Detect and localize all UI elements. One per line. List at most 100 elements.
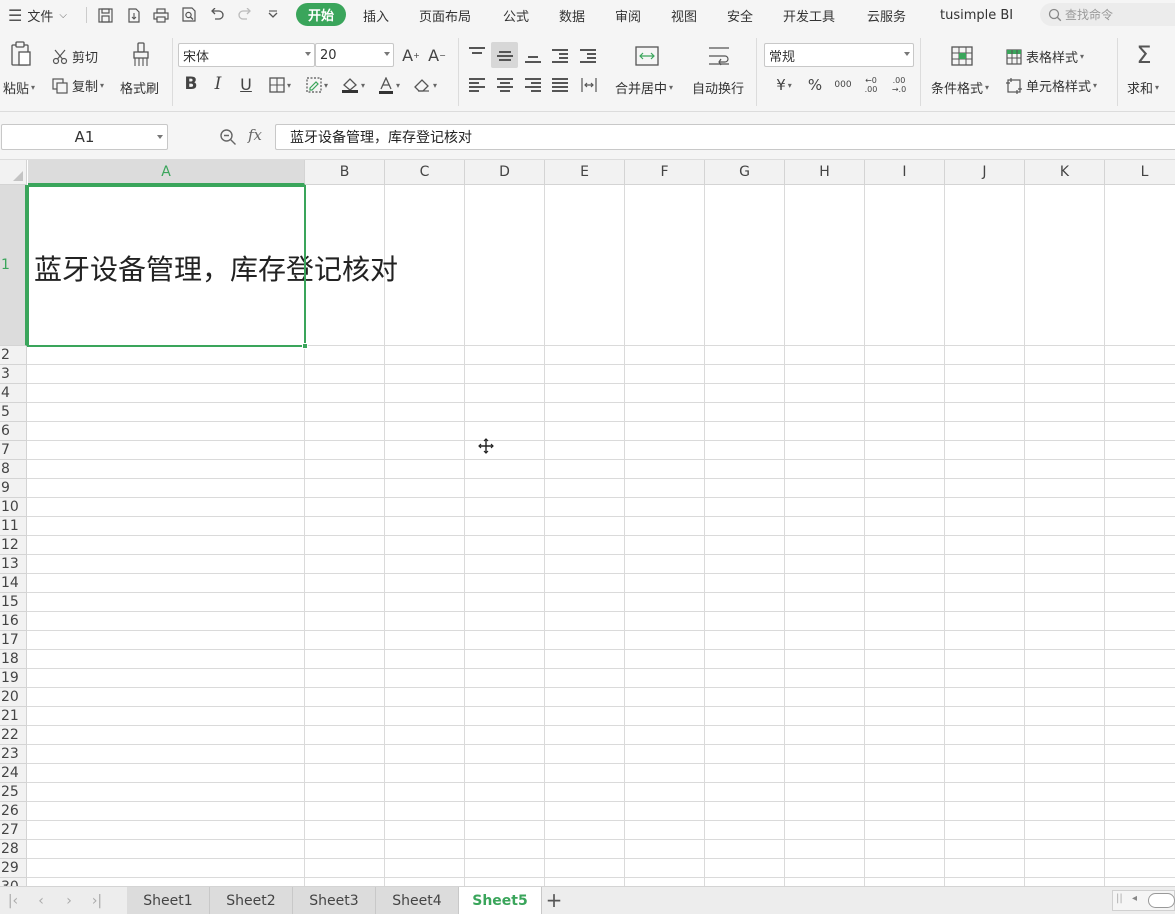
increase-indent-icon[interactable] bbox=[580, 49, 596, 63]
row-header-15[interactable]: 15 bbox=[0, 593, 27, 612]
tab-formulas[interactable]: 公式 bbox=[503, 0, 529, 30]
font-name-select[interactable]: 宋体 bbox=[178, 43, 315, 67]
format-painter-icon[interactable] bbox=[130, 42, 152, 68]
align-center-icon[interactable] bbox=[497, 78, 513, 92]
row-header-26[interactable]: 26 bbox=[0, 802, 27, 821]
formula-input[interactable]: 蓝牙设备管理，库存登记核对 bbox=[275, 124, 1175, 150]
add-sheet-icon[interactable]: + bbox=[543, 888, 565, 912]
row-header-3[interactable]: 3 bbox=[0, 365, 27, 384]
row-header-13[interactable]: 13 bbox=[0, 555, 27, 574]
align-left-icon[interactable] bbox=[469, 78, 485, 92]
scroll-left-icon[interactable]: ◂ bbox=[1132, 893, 1137, 904]
zoom-icon[interactable] bbox=[219, 128, 237, 146]
sum-icon[interactable]: Σ bbox=[1132, 41, 1156, 69]
row-header-11[interactable]: 11 bbox=[0, 517, 27, 536]
borders-icon[interactable]: ▾ bbox=[265, 75, 295, 95]
row-header-20[interactable]: 20 bbox=[0, 688, 27, 707]
last-sheet-icon[interactable]: ›| bbox=[86, 891, 108, 911]
column-header-g[interactable]: G bbox=[705, 160, 785, 185]
row-header-18[interactable]: 18 bbox=[0, 650, 27, 669]
sheet-tab-sheet1[interactable]: Sheet1 bbox=[127, 887, 210, 914]
row-header-30[interactable]: 30 bbox=[0, 878, 27, 886]
bold-icon[interactable]: B bbox=[182, 74, 200, 94]
print-preview-icon[interactable] bbox=[180, 6, 198, 24]
column-header-a[interactable]: A bbox=[28, 160, 305, 185]
justify-icon[interactable] bbox=[552, 78, 568, 92]
column-header-i[interactable]: I bbox=[865, 160, 945, 185]
merge-center-button[interactable]: 合并居中 ▾ bbox=[615, 78, 673, 97]
select-all-corner[interactable] bbox=[0, 160, 27, 185]
underline-icon[interactable]: U bbox=[237, 74, 255, 94]
fill-handle[interactable] bbox=[302, 343, 308, 349]
row-header-27[interactable]: 27 bbox=[0, 821, 27, 840]
customize-toolbar-icon[interactable] bbox=[264, 6, 282, 24]
row-header-22[interactable]: 22 bbox=[0, 726, 27, 745]
font-color-icon[interactable]: ▾ bbox=[374, 75, 404, 95]
sheet-tab-sheet2[interactable]: Sheet2 bbox=[210, 887, 293, 914]
sheet-tab-sheet4[interactable]: Sheet4 bbox=[376, 887, 459, 914]
file-menu[interactable]: ☰ 文件 ⌵ bbox=[8, 0, 67, 30]
clear-format-icon[interactable]: ▾ bbox=[410, 75, 440, 95]
row-header-9[interactable]: 9 bbox=[0, 479, 27, 498]
row-header-4[interactable]: 4 bbox=[0, 384, 27, 403]
column-header-h[interactable]: H bbox=[785, 160, 865, 185]
tab-view[interactable]: 视图 bbox=[671, 0, 697, 30]
row-header-19[interactable]: 19 bbox=[0, 669, 27, 688]
undo-icon[interactable] bbox=[208, 6, 226, 24]
tab-page-layout[interactable]: 页面布局 bbox=[419, 0, 471, 30]
increase-decimal-icon[interactable]: ←0.00 bbox=[860, 74, 882, 96]
sheet-tab-sheet3[interactable]: Sheet3 bbox=[293, 887, 376, 914]
row-header-28[interactable]: 28 bbox=[0, 840, 27, 859]
conditional-format-button[interactable]: 条件格式 ▾ bbox=[931, 78, 989, 97]
name-box[interactable]: A1 bbox=[1, 124, 168, 150]
merge-center-icon[interactable] bbox=[634, 44, 660, 68]
first-sheet-icon[interactable]: |‹ bbox=[2, 891, 24, 911]
save-icon[interactable] bbox=[96, 6, 114, 24]
decrease-decimal-icon[interactable]: .00 →.0 bbox=[888, 74, 910, 96]
row-header-1[interactable]: 1 bbox=[0, 185, 27, 346]
next-sheet-icon[interactable]: › bbox=[58, 891, 80, 911]
sum-button[interactable]: 求和 ▾ bbox=[1127, 78, 1159, 97]
column-header-f[interactable]: F bbox=[625, 160, 705, 185]
row-header-6[interactable]: 6 bbox=[0, 422, 27, 441]
previous-sheet-icon[interactable]: ‹ bbox=[30, 891, 52, 911]
decrease-font-size-icon[interactable]: A − bbox=[426, 44, 448, 66]
row-header-12[interactable]: 12 bbox=[0, 536, 27, 555]
tab-security[interactable]: 安全 bbox=[727, 0, 753, 30]
number-format-select[interactable]: 常规 bbox=[764, 43, 914, 67]
row-header-8[interactable]: 8 bbox=[0, 460, 27, 479]
cut-button[interactable]: 剪切 bbox=[52, 47, 98, 66]
tab-data[interactable]: 数据 bbox=[559, 0, 585, 30]
fill-style-icon[interactable]: ▾ bbox=[302, 75, 332, 95]
print-icon[interactable] bbox=[152, 6, 170, 24]
column-header-b[interactable]: B bbox=[305, 160, 385, 185]
function-icon[interactable]: fx bbox=[248, 126, 262, 144]
row-header-16[interactable]: 16 bbox=[0, 612, 27, 631]
increase-font-size-icon[interactable]: A + bbox=[400, 44, 422, 66]
conditional-format-icon[interactable] bbox=[950, 44, 974, 68]
tab-developer[interactable]: 开发工具 bbox=[783, 0, 835, 30]
spreadsheet-grid[interactable]: ABCDEFGHIJKL 1 2 3 4 5 6 7 8 9 10 11 12 13 14 15 16 17 18… bbox=[0, 160, 1175, 886]
percent-format-icon[interactable]: % bbox=[806, 75, 824, 95]
font-size-select[interactable]: 20 bbox=[315, 43, 394, 67]
thousands-separator-icon[interactable]: 000 bbox=[832, 75, 854, 95]
tab-tusimple-bi[interactable]: tusimple BI bbox=[940, 0, 1013, 30]
row-header-24[interactable]: 24 bbox=[0, 764, 27, 783]
column-header-c[interactable]: C bbox=[385, 160, 465, 185]
row-header-14[interactable]: 14 bbox=[0, 574, 27, 593]
paste-icon[interactable] bbox=[8, 40, 34, 68]
align-bottom-icon[interactable] bbox=[525, 49, 541, 63]
command-search[interactable]: 查找命令 bbox=[1040, 3, 1175, 26]
row-header-25[interactable]: 25 bbox=[0, 783, 27, 802]
column-header-d[interactable]: D bbox=[465, 160, 545, 185]
tab-review[interactable]: 审阅 bbox=[615, 0, 641, 30]
distributed-align-icon[interactable] bbox=[580, 76, 598, 94]
row-header-23[interactable]: 23 bbox=[0, 745, 27, 764]
column-header-k[interactable]: K bbox=[1025, 160, 1105, 185]
table-style-button[interactable]: 表格样式 ▾ bbox=[1006, 47, 1084, 66]
export-pdf-icon[interactable] bbox=[124, 6, 142, 24]
align-top-icon[interactable] bbox=[469, 47, 485, 61]
row-header-29[interactable]: 29 bbox=[0, 859, 27, 878]
format-painter-button[interactable]: 格式刷 bbox=[120, 78, 159, 97]
tab-insert[interactable]: 插入 bbox=[363, 0, 389, 30]
